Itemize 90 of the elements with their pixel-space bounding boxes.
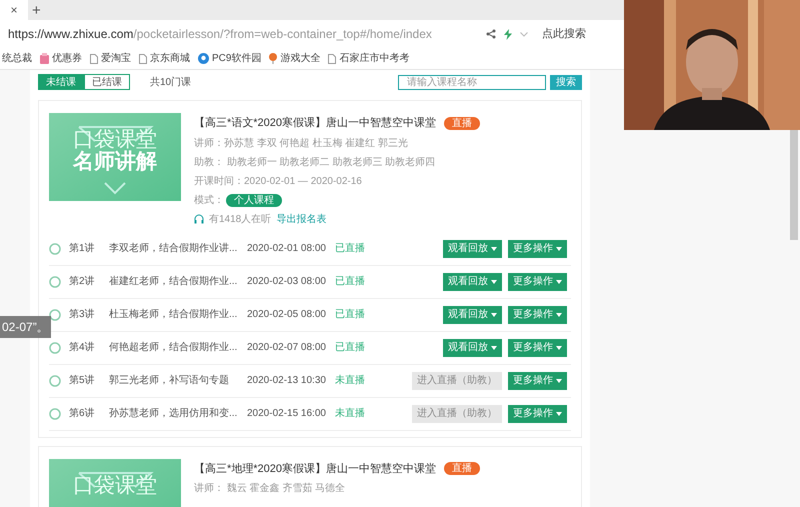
share-icon[interactable] bbox=[486, 29, 496, 39]
listener-count: 有1418人在听 bbox=[209, 212, 272, 226]
more-actions-button[interactable]: 更多操作 bbox=[508, 338, 567, 356]
teacher-list: 讲师： 魏云 霍金鑫 齐雪茹 马德全 bbox=[194, 481, 480, 496]
teacher-list: 讲师：孙苏慧 李双 何艳超 杜玉梅 崔建红 郭三光 bbox=[194, 136, 480, 150]
bookmark-link[interactable]: 爱淘宝 bbox=[101, 51, 131, 66]
lesson-title: 杜玉梅老师，结合假期作业... bbox=[109, 308, 238, 322]
replay-button[interactable]: 观看回放 bbox=[443, 306, 502, 324]
cover-title: 口袋课堂 bbox=[73, 474, 157, 496]
caret-icon bbox=[556, 312, 562, 316]
caret-icon bbox=[556, 246, 562, 250]
bookmark-link[interactable]: 石家庄市中考考 bbox=[339, 51, 410, 66]
search-link[interactable]: 点此搜索 bbox=[542, 26, 586, 42]
assistant-list: 助教： 助教老师一 助教老师二 助教老师三 助教老师四 bbox=[194, 154, 480, 170]
chevron-down-icon[interactable] bbox=[520, 32, 528, 36]
headphones-icon bbox=[194, 214, 204, 224]
lesson-status: 未直播 bbox=[335, 374, 366, 388]
lesson-number: 第4讲 bbox=[69, 340, 96, 355]
lesson-title: 郭三光老师，补写语句专题 bbox=[109, 374, 230, 388]
more-actions-button[interactable]: 更多操作 bbox=[508, 272, 567, 290]
bookmark-link[interactable]: 优惠券 bbox=[52, 51, 82, 66]
lesson-title: 孙苏慧老师，选用仿用和变... bbox=[109, 406, 238, 421]
lesson-title: 何艳超老师，结合假期作业... bbox=[109, 340, 238, 355]
lesson-number: 第5讲 bbox=[69, 374, 96, 388]
timeline-dot-icon bbox=[49, 408, 61, 420]
bookmark-link[interactable]: PC9软件园 bbox=[212, 51, 262, 66]
bookmark-link[interactable]: 京东商城 bbox=[150, 51, 190, 66]
filter-tab[interactable]: 已结课 bbox=[84, 74, 130, 90]
app-icon bbox=[198, 53, 209, 64]
timeline-dot-icon bbox=[49, 308, 61, 320]
replay-button[interactable]: 观看回放 bbox=[443, 240, 502, 258]
lesson-status: 已直播 bbox=[335, 308, 366, 322]
mode-tag: 个人课程 bbox=[226, 194, 282, 206]
bag-icon bbox=[40, 53, 49, 64]
caret-icon bbox=[491, 346, 497, 350]
lightning-icon[interactable] bbox=[504, 28, 512, 40]
search-field[interactable]: 请输入课程名称 bbox=[398, 74, 546, 90]
course-title: 【高三*语文*2020寒假课】唐山一中智慧空中课堂 bbox=[194, 116, 436, 131]
lesson-status: 已直播 bbox=[335, 274, 366, 289]
lesson-time: 2020-02-01 08:00 bbox=[247, 242, 327, 256]
lesson-time: 2020-02-05 08:00 bbox=[247, 308, 327, 322]
lesson-time: 2020-02-15 16:00 bbox=[247, 407, 327, 421]
timeline-dot-icon bbox=[49, 342, 61, 354]
mode-label: 模式： bbox=[194, 194, 224, 208]
more-actions-button[interactable]: 更多操作 bbox=[508, 306, 567, 324]
balloon-icon bbox=[269, 53, 278, 64]
replay-button[interactable]: 观看回放 bbox=[443, 338, 502, 356]
address-bar[interactable]: https://www.zhixue.com/pocketairlesson/?from=web-container_top#/home/index bbox=[8, 25, 486, 43]
course-period: 开课时间：2020-02-01 — 2020-02-16 bbox=[194, 174, 363, 188]
lesson-time: 2020-02-03 08:00 bbox=[247, 275, 327, 289]
page-icon bbox=[90, 54, 98, 64]
timeline-dot-icon bbox=[49, 242, 61, 254]
filter-tab[interactable]: 未结课 bbox=[38, 74, 84, 90]
timeline-dot-icon bbox=[49, 276, 61, 288]
timeline-dot-icon bbox=[49, 374, 61, 386]
live-badge: 直播 bbox=[444, 116, 480, 130]
caret-icon bbox=[491, 312, 497, 316]
page-icon bbox=[328, 54, 336, 64]
bookmark-link[interactable]: 游戏大全 bbox=[280, 51, 320, 66]
cover-title: 口袋课堂 bbox=[73, 129, 157, 151]
replay-button[interactable]: 观看回放 bbox=[443, 272, 502, 290]
lesson-number: 第3讲 bbox=[69, 308, 96, 322]
caret-icon bbox=[556, 346, 562, 350]
lesson-number: 第1讲 bbox=[69, 242, 96, 256]
lesson-number: 第2讲 bbox=[69, 274, 96, 289]
lesson-time: 2020-02-07 08:00 bbox=[247, 341, 327, 355]
search-button[interactable]: 搜索 bbox=[550, 74, 582, 90]
lesson-number: 第6讲 bbox=[69, 406, 96, 421]
caret-icon bbox=[556, 378, 562, 382]
caret-icon bbox=[556, 280, 562, 284]
page-icon bbox=[139, 54, 147, 64]
lesson-time: 2020-02-13 10:30 bbox=[247, 374, 327, 388]
course-count: 共10门课 bbox=[150, 76, 192, 90]
more-actions-button[interactable]: 更多操作 bbox=[508, 240, 567, 258]
lesson-title: 崔建红老师，结合假期作业... bbox=[109, 274, 238, 289]
export-link[interactable]: 导出报名表 bbox=[276, 212, 326, 226]
scrollbar[interactable] bbox=[790, 130, 798, 240]
lesson-status: 已直播 bbox=[335, 340, 366, 355]
lesson-status: 已直播 bbox=[335, 242, 366, 256]
caret-icon bbox=[556, 412, 562, 416]
cover-title: 名师讲解 bbox=[73, 151, 157, 173]
caret-icon bbox=[491, 280, 497, 284]
lesson-status: 未直播 bbox=[335, 406, 366, 421]
lesson-title: 李双老师，结合假期作业讲... bbox=[109, 242, 238, 256]
course-title: 【高三*地理*2020寒假课】唐山一中智慧空中课堂 bbox=[194, 462, 436, 476]
bookmark-link[interactable]: 统总裁 bbox=[2, 51, 32, 66]
live-badge: 直播 bbox=[444, 462, 480, 476]
caret-icon bbox=[491, 246, 497, 250]
new-tab-button[interactable]: + bbox=[32, 2, 41, 18]
caption-overlay: 02-07”。 bbox=[0, 316, 51, 338]
